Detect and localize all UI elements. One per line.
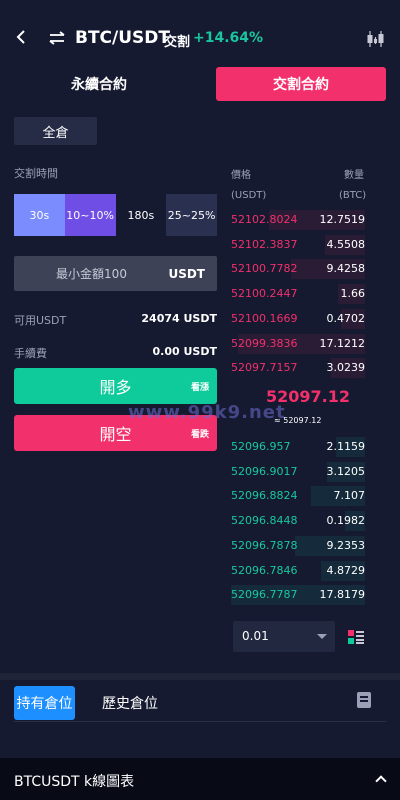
section-divider [0, 673, 400, 680]
time-option[interactable]: 10~10% [64, 194, 116, 236]
bid-price: 52096.7787 [231, 588, 298, 602]
time-option[interactable]: 25~25% [166, 194, 217, 236]
bid-qty: 3.1205 [326, 464, 366, 478]
ask-price: 52100.1669 [231, 311, 298, 325]
trading-pair[interactable]: BTC/USDT [75, 28, 170, 48]
bid-price: 52096.8448 [231, 514, 298, 528]
ask-qty: 0.4702 [326, 311, 366, 325]
tab-underline [14, 721, 386, 722]
chevron-down-icon [317, 634, 327, 639]
top-bar: BTC/USDT 交割 +14.64% [0, 0, 400, 62]
bid-qty: 7.107 [333, 489, 366, 503]
bid-row[interactable]: 52096.8824 7.107 [231, 486, 366, 507]
time-option[interactable]: 180s [115, 194, 167, 236]
back-arrow-icon[interactable] [14, 29, 30, 45]
ask-qty: 12.7519 [319, 213, 366, 226]
ask-row[interactable]: 52100.1669 0.4702 [231, 308, 366, 329]
time-option-text: 10~10% [66, 208, 114, 222]
ask-price: 52102.8024 [231, 213, 298, 226]
ask-price: 52100.2447 [231, 287, 298, 301]
delivery-time-label: 交割時間 [14, 167, 58, 180]
ask-price: 52099.3836 [231, 336, 298, 350]
amount-input[interactable]: 最小金額100 USDT [14, 256, 217, 291]
time-option[interactable]: 30s [14, 194, 65, 236]
margin-mode-button[interactable]: 全倉 [14, 117, 97, 145]
contract-mode-label: 交割 [164, 35, 191, 50]
price-unit: (USDT) [231, 190, 267, 201]
amount-unit: USDT [168, 266, 205, 281]
ask-qty: 1.66 [340, 287, 366, 301]
bid-qty: 2.1159 [326, 440, 366, 453]
chevron-up-icon[interactable] [375, 775, 387, 787]
ask-price: 52102.3837 [231, 237, 298, 251]
amount-placeholder: 最小金額100 [56, 267, 127, 281]
ask-qty: 4.5508 [326, 237, 366, 251]
bid-row[interactable]: 52096.7846 4.8729 [231, 560, 366, 581]
orderbook-layout-icon[interactable] [348, 630, 364, 644]
tab-history-positions[interactable]: 歷史倉位 [95, 686, 165, 720]
time-option-text: 180s [127, 208, 155, 222]
ask-row[interactable]: 52097.7157 3.0239 [231, 358, 366, 379]
time-option-text: 25~25% [167, 208, 216, 222]
open-long-label: 開多 [99, 378, 132, 397]
available-label: 可用USDT [14, 314, 67, 327]
bid-price: 52096.7878 [231, 538, 298, 552]
swap-icon[interactable] [48, 31, 66, 45]
bid-row[interactable]: 52096.7787 17.8179 [231, 585, 366, 606]
bid-row[interactable]: 52096.9017 3.1205 [231, 461, 366, 482]
bid-price: 52096.9017 [231, 464, 298, 478]
ask-qty: 9.4258 [326, 262, 366, 276]
candlestick-chart-icon[interactable] [366, 30, 386, 48]
bid-price: 52096.957 [231, 440, 291, 453]
tab-perpetual-contract[interactable]: 永續合約 [14, 67, 184, 101]
ask-row[interactable]: 52100.7782 9.4258 [231, 259, 366, 280]
tab-delivery-contract[interactable]: 交割合約 [216, 67, 386, 101]
depth-precision-select[interactable]: 0.01 [233, 621, 335, 652]
qty-unit: (BTC) [339, 190, 367, 201]
price-change-percent: +14.64% [193, 30, 264, 46]
available-balance-row: 可用USDT 24074 USDT [14, 312, 217, 328]
open-long-button[interactable]: 開多 看漲 [14, 368, 217, 404]
kline-chart-bar[interactable]: BTCUSDT k線圖表 [0, 758, 400, 800]
price-header: 價格 [231, 170, 251, 181]
ask-row[interactable]: 52102.8024 12.7519 [231, 210, 365, 230]
bid-qty: 9.2353 [326, 538, 366, 552]
fee-value: 0.00 USDT [152, 345, 217, 358]
bid-price: 52096.8824 [231, 489, 298, 503]
watermark: www.99k9.net [128, 402, 286, 423]
bid-price: 52096.7846 [231, 563, 298, 577]
available-value: 24074 USDT [141, 312, 217, 325]
ask-row[interactable]: 52099.3836 17.1212 [231, 333, 366, 354]
tab-holding-positions[interactable]: 持有倉位 [14, 686, 75, 720]
bid-qty: 4.8729 [326, 563, 366, 577]
ask-qty: 3.0239 [326, 361, 366, 375]
bid-row[interactable]: 52096.957 2.1159 [231, 437, 365, 457]
kline-chart-title: BTCUSDT k線圖表 [14, 774, 135, 790]
fee-row: 手續費 0.00 USDT [14, 345, 217, 361]
depth-value: 0.01 [242, 629, 269, 643]
qty-header: 數量 [344, 170, 364, 181]
bid-qty: 0.1982 [326, 514, 366, 528]
document-icon[interactable] [357, 692, 371, 708]
delivery-time-options: 30s 10~10% 180s 25~25% [14, 194, 217, 236]
ask-qty: 17.1212 [319, 336, 366, 350]
fee-label: 手續費 [14, 347, 47, 360]
time-option-text: 30s [29, 208, 50, 222]
bid-row[interactable]: 52096.7878 9.2353 [231, 535, 366, 556]
bid-row[interactable]: 52096.8448 0.1982 [231, 511, 366, 532]
bid-qty: 17.8179 [319, 588, 366, 602]
ask-row[interactable]: 52102.3837 4.5508 [231, 234, 366, 255]
ask-price: 52097.7157 [231, 361, 298, 375]
ask-row[interactable]: 52100.2447 1.66 [231, 284, 366, 305]
ask-price: 52100.7782 [231, 262, 298, 276]
bullish-tag: 看漲 [190, 382, 209, 393]
